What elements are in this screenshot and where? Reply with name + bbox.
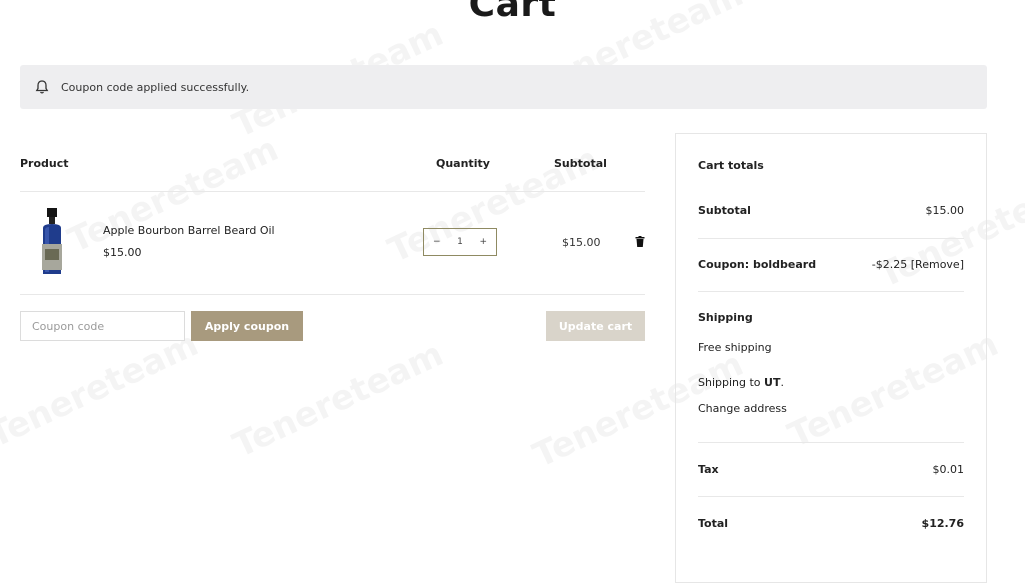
qty-value[interactable]: 1 — [457, 237, 463, 247]
page-title: Cart — [468, 0, 557, 25]
update-cart-button[interactable]: Update cart — [546, 311, 645, 341]
quantity-stepper[interactable]: − 1 + — [423, 228, 497, 256]
tax-label: Tax — [698, 463, 719, 476]
subtotal-value: $15.00 — [925, 204, 965, 217]
table-divider — [20, 191, 645, 192]
coupon-notice: Coupon code applied successfully. — [20, 65, 987, 109]
coupon-label: Coupon: boldbeard — [698, 258, 817, 271]
change-address-link[interactable]: Change address — [698, 402, 787, 415]
product-price: $15.00 — [103, 246, 142, 259]
total-value: $12.76 — [921, 517, 964, 530]
product-thumbnail[interactable] — [36, 208, 68, 276]
tax-value: $0.01 — [932, 463, 965, 476]
header-product: Product — [20, 157, 69, 170]
watermark: Tenereteam — [0, 324, 204, 456]
qty-decrease-button[interactable]: − — [433, 237, 441, 247]
header-quantity: Quantity — [436, 157, 490, 170]
cart-totals-title: Cart totals — [698, 159, 764, 172]
qty-increase-button[interactable]: + — [479, 237, 487, 247]
product-name[interactable]: Apple Bourbon Barrel Beard Oil — [103, 224, 275, 237]
shipping-to-prefix: Shipping to — [698, 376, 765, 389]
totals-divider — [698, 291, 964, 292]
trash-icon[interactable] — [635, 236, 645, 247]
totals-divider — [698, 238, 964, 239]
notice-message: Coupon code applied successfully. — [61, 80, 250, 94]
totals-divider — [698, 442, 964, 443]
shipping-method: Free shipping — [698, 341, 772, 354]
watermark: Tenereteam — [62, 129, 284, 261]
watermark: Tenereteam — [227, 334, 449, 466]
bell-icon — [35, 80, 49, 94]
coupon-discount: -$2.25 [Remove] — [872, 258, 964, 271]
coupon-code-input[interactable] — [20, 311, 185, 341]
totals-divider — [698, 496, 964, 497]
row-divider — [20, 294, 645, 295]
shipping-destination: Shipping to UT. — [698, 376, 784, 389]
header-subtotal: Subtotal — [554, 157, 607, 170]
coupon-value: -$2.25 — [871, 258, 908, 271]
subtotal-label: Subtotal — [698, 204, 751, 217]
shipping-to-suffix: . — [780, 376, 784, 389]
row-subtotal: $15.00 — [562, 236, 601, 249]
shipping-state: UT — [764, 376, 781, 389]
remove-coupon-link[interactable]: [Remove] — [911, 258, 964, 271]
apply-coupon-button[interactable]: Apply coupon — [191, 311, 303, 341]
shipping-label: Shipping — [698, 311, 753, 324]
cart-totals-panel: Cart totals Subtotal $15.00 Coupon: bold… — [675, 133, 987, 583]
total-label: Total — [698, 517, 729, 530]
